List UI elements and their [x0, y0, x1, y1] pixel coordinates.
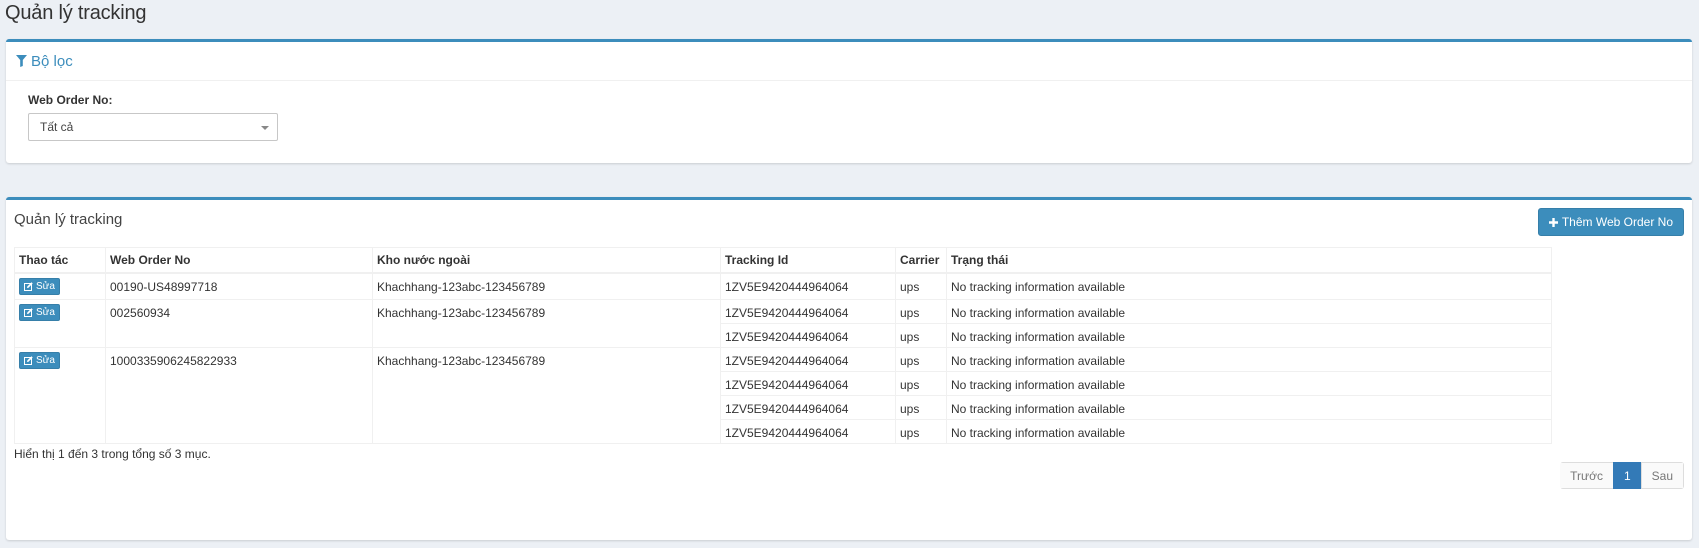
status-cell: No tracking information available — [946, 395, 1552, 420]
carrier-cell: ups — [895, 371, 947, 396]
web-order-no-cell: 002560934 — [105, 299, 373, 348]
carrier-cell: ups — [895, 299, 947, 324]
tracking-id-cell: 1ZV5E9420444964064 — [720, 371, 896, 396]
status-cell: No tracking information available — [946, 347, 1552, 372]
status-cell: No tracking information available — [946, 323, 1552, 348]
table-info-text: Hiển thị 1 đến 3 trong tổng số 3 mục. — [14, 447, 211, 461]
carrier-cell: ups — [895, 273, 947, 300]
warehouse-cell: Khachhang-123abc-123456789 — [372, 347, 721, 444]
column-header-status[interactable]: Trạng thái — [946, 247, 1552, 274]
warehouse-cell: Khachhang-123abc-123456789 — [372, 299, 721, 348]
web-order-no-cell: 00190-US48997718 — [105, 273, 373, 300]
filter-panel: Bộ lọc Web Order No: Tất cả — [6, 39, 1692, 163]
tracking-table-panel: Quản lý tracking Thêm Web Order No Thao … — [6, 197, 1692, 540]
web-order-filter-select[interactable]: Tất cả — [28, 113, 278, 141]
column-header-actions[interactable]: Thao tác — [14, 247, 106, 274]
column-header-web-order-no[interactable]: Web Order No — [105, 247, 373, 274]
carrier-cell: ups — [895, 323, 947, 348]
column-header-carrier[interactable]: Carrier — [895, 247, 947, 274]
edit-button[interactable]: Sửa — [19, 278, 60, 295]
tracking-id-cell: 1ZV5E9420444964064 — [720, 419, 896, 444]
actions-cell: Sửa — [14, 299, 106, 348]
web-order-no-cell: 1000335906245822933 — [105, 347, 373, 444]
add-web-order-button[interactable]: Thêm Web Order No — [1537, 208, 1684, 236]
edit-button[interactable]: Sửa — [19, 303, 60, 321]
pagination-next-button[interactable]: Sau — [1640, 462, 1684, 489]
edit-icon — [24, 282, 33, 291]
dropdown-caret-icon — [261, 126, 269, 130]
carrier-cell: ups — [895, 347, 947, 372]
pagination-page-1[interactable]: 1 — [1612, 462, 1642, 489]
status-cell: No tracking information available — [946, 371, 1552, 396]
status-cell: No tracking information available — [946, 273, 1552, 300]
actions-cell: Sửa — [14, 273, 106, 300]
web-order-filter-label: Web Order No: — [28, 93, 113, 107]
column-header-warehouse[interactable]: Kho nước ngoài — [372, 247, 721, 274]
web-order-filter-value: Tất cả — [40, 120, 74, 134]
edit-icon — [24, 355, 33, 365]
plus-icon — [1548, 217, 1558, 227]
tracking-id-cell: 1ZV5E9420444964064 — [720, 395, 896, 420]
table-row: Sửa 002560934 Khachhang-123abc-123456789… — [14, 299, 1552, 348]
carrier-cell: ups — [895, 395, 947, 420]
filter-panel-title: Bộ lọc — [31, 52, 73, 70]
pagination: Trước 1 Sau — [1560, 462, 1684, 489]
table-row: Sửa 1000335906245822933 Khachhang-123abc… — [14, 347, 1552, 444]
table-header-row: Thao tác Web Order No Kho nước ngoài Tra… — [14, 247, 1552, 274]
tracking-id-cell: 1ZV5E9420444964064 — [720, 347, 896, 372]
edit-button[interactable]: Sửa — [19, 351, 60, 369]
filter-panel-header[interactable]: Bộ lọc — [6, 42, 1692, 81]
tracking-table: Thao tác Web Order No Kho nước ngoài Tra… — [14, 247, 1552, 444]
pagination-prev-button[interactable]: Trước — [1560, 462, 1614, 489]
carrier-cell: ups — [895, 419, 947, 444]
tracking-id-cell: 1ZV5E9420444964064 — [720, 299, 896, 324]
add-web-order-label: Thêm Web Order No — [1561, 215, 1673, 229]
tracking-id-cell: 1ZV5E9420444964064 — [720, 273, 896, 300]
edit-icon — [24, 307, 33, 317]
status-cell: No tracking information available — [946, 299, 1552, 324]
status-cell: No tracking information available — [946, 419, 1552, 444]
page-title: Quản lý tracking — [5, 2, 147, 24]
filter-icon — [16, 55, 27, 67]
actions-cell: Sửa — [14, 347, 106, 444]
tracking-id-cell: 1ZV5E9420444964064 — [720, 323, 896, 348]
tracking-table-title: Quản lý tracking — [14, 210, 123, 228]
column-header-tracking-id[interactable]: Tracking Id — [720, 247, 896, 274]
warehouse-cell: Khachhang-123abc-123456789 — [372, 273, 721, 300]
table-row: Sửa 00190-US48997718 Khachhang-123abc-12… — [14, 273, 1552, 300]
